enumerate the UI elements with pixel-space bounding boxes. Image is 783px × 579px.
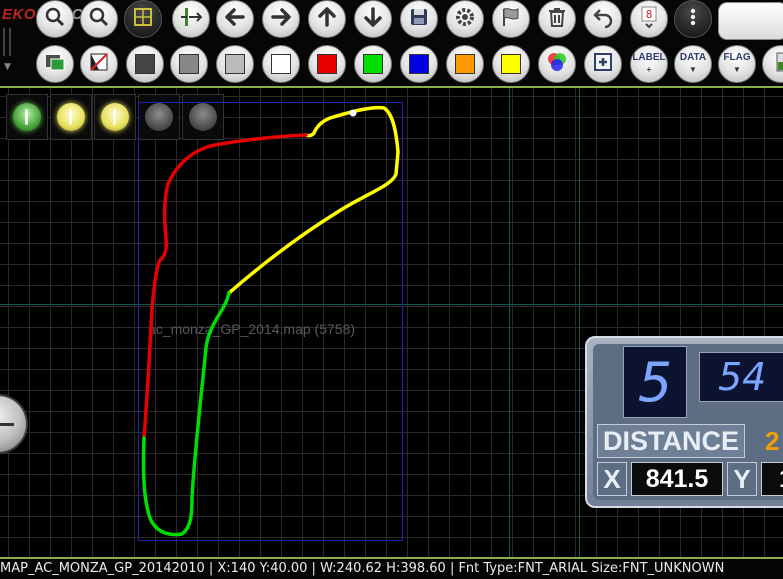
zoom-in-button[interactable] — [80, 0, 118, 38]
swatch-button-5[interactable] — [354, 45, 392, 83]
swatch-button-1[interactable] — [170, 45, 208, 83]
fit-view-icon — [131, 5, 155, 33]
color-swatch — [455, 54, 475, 74]
x-label: X — [597, 462, 627, 496]
undo-button[interactable] — [584, 0, 622, 38]
arrow-down-icon — [361, 5, 385, 33]
caret-down-icon: ▼ — [689, 65, 697, 74]
save-button[interactable] — [400, 0, 438, 38]
track-start-marker — [349, 109, 357, 117]
arrow-right-icon — [269, 5, 293, 33]
add-box-icon — [591, 50, 615, 78]
data-button-text: DATA — [679, 52, 707, 63]
zoom-out-icon — [43, 5, 67, 33]
arrow-left-button[interactable] — [216, 0, 254, 38]
map-canvas[interactable]: ac_monza_GP_2014.map (5758) 5 54 DISTANC… — [0, 88, 783, 557]
color-swatch — [179, 54, 199, 74]
settings-gears-icon — [453, 5, 477, 33]
level-meter-button[interactable] — [762, 45, 783, 83]
undo-icon — [591, 5, 615, 33]
layer-color-button[interactable] — [36, 45, 74, 83]
flag-dropdown-button[interactable]: FLAG ▼ — [718, 45, 756, 83]
zoom-in-icon — [87, 5, 111, 33]
more-options-icon — [681, 5, 705, 33]
color-swatch — [271, 54, 291, 74]
arrow-up-icon — [315, 5, 339, 33]
swatch-button-2[interactable] — [216, 45, 254, 83]
swatch-button-8[interactable] — [492, 45, 530, 83]
no-fill-icon — [87, 50, 111, 78]
swatch-button-7[interactable] — [446, 45, 484, 83]
search-field[interactable] — [718, 2, 783, 40]
resize-horizontal-icon — [179, 5, 203, 33]
color-swatch — [135, 54, 155, 74]
logo-red-text: EKO — [2, 6, 37, 23]
flag-button-text: FLAG — [723, 52, 751, 63]
layers-icon — [43, 50, 67, 78]
zoom-out-button[interactable] — [36, 0, 74, 38]
arrow-up-button[interactable] — [308, 0, 346, 38]
plus-icon: + — [646, 65, 652, 74]
color-swatch — [317, 54, 337, 74]
delete-button[interactable] — [538, 0, 576, 38]
svg-text:8: 8 — [646, 8, 653, 21]
digit-display-button[interactable]: 8 — [630, 0, 668, 38]
y-value: 1 — [761, 462, 783, 496]
flag-icon — [499, 5, 523, 33]
color-swatch — [363, 54, 383, 74]
speed-display: 54 — [699, 352, 783, 402]
distance-label: DISTANCE — [597, 424, 745, 458]
track-sector-1 — [141, 291, 231, 537]
save-icon — [407, 5, 431, 33]
x-value: 841.5 — [631, 462, 723, 496]
arrow-left-icon — [223, 5, 247, 33]
toolbar: EKOMRACING ▼ 8 LABEL+ DATA▼ FLAG▼ — [0, 0, 783, 86]
level-meter-icon — [769, 50, 783, 78]
status-text: MAP_AC_MONZA_GP_20142010 | X:140 Y:40.00… — [0, 561, 725, 576]
y-label: Y — [727, 462, 757, 496]
add-element-button[interactable] — [584, 45, 622, 83]
color-swatch — [501, 54, 521, 74]
fit-view-button[interactable] — [124, 0, 162, 38]
rgb-color-wheel-icon — [545, 50, 569, 78]
label-button-text: LABEL — [632, 52, 666, 63]
toolbar-grip[interactable]: ▼ — [0, 22, 16, 80]
dashboard-widget[interactable]: 5 54 DISTANCE 2 X 841.5 Y 1 — [585, 336, 783, 508]
track-sector-2 — [142, 133, 308, 440]
digit-display-icon: 8 — [637, 5, 661, 33]
arrow-right-button[interactable] — [262, 0, 300, 38]
swatch-button-3[interactable] — [262, 45, 300, 83]
swatch-button-0[interactable] — [126, 45, 164, 83]
gear-display: 5 — [623, 346, 687, 418]
color-picker-button[interactable] — [538, 45, 576, 83]
flag-button[interactable] — [492, 0, 530, 38]
more-options-button[interactable] — [674, 0, 712, 38]
collapse-arrow-icon[interactable]: ▼ — [4, 62, 11, 72]
data-dropdown-button[interactable]: DATA ▼ — [674, 45, 712, 83]
no-fill-button[interactable] — [80, 45, 118, 83]
settings-button[interactable] — [446, 0, 484, 38]
arrow-down-button[interactable] — [354, 0, 392, 38]
caret-down-icon: ▼ — [733, 65, 741, 74]
status-bar: MAP_AC_MONZA_GP_20142010 | X:140 Y:40.00… — [0, 557, 783, 579]
resize-horizontal-button[interactable] — [172, 0, 210, 38]
swatch-button-4[interactable] — [308, 45, 346, 83]
swatch-button-6[interactable] — [400, 45, 438, 83]
distance-value: 2 — [765, 425, 780, 456]
color-swatch — [225, 54, 245, 74]
color-swatch — [409, 54, 429, 74]
trash-icon — [545, 5, 569, 33]
track-sector-3 — [227, 105, 400, 295]
label-button[interactable]: LABEL + — [630, 45, 668, 83]
